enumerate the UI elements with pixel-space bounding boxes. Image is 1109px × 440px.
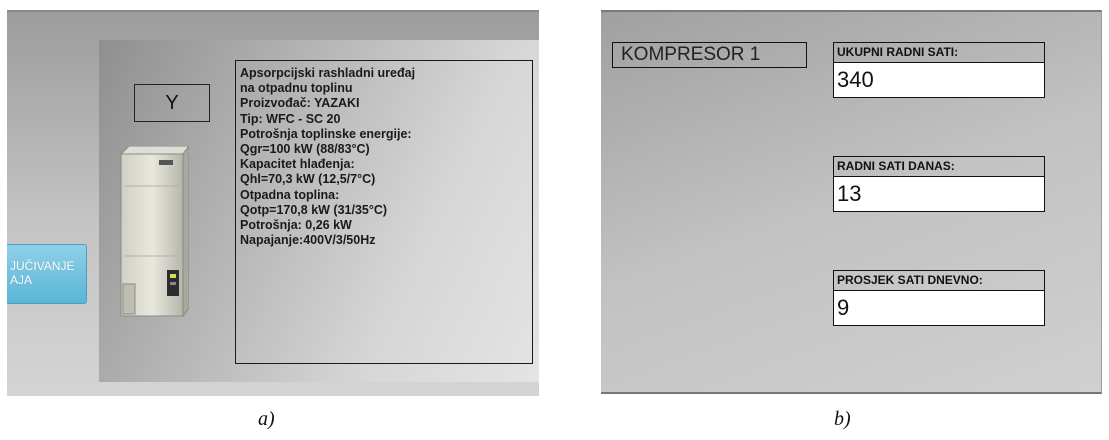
compressor-stats-panel: KOMPRESOR 1 UKUPNI RADNI SATI: 340 RADNI… bbox=[601, 10, 1102, 394]
spec-line: Qotp=170,8 kW (31/35°C) bbox=[240, 202, 388, 217]
screenshot-stage: JUČIVANJE AJA Y Apsorpcijski rashladni u… bbox=[0, 0, 1109, 440]
unit-id-label: Y bbox=[134, 84, 210, 122]
today-hours-label: RADNI SATI DANAS: bbox=[833, 156, 1045, 176]
spec-line: Apsorpcijski rashladni uređaj bbox=[240, 66, 416, 80]
chiller-info-panel: JUČIVANJE AJA Y Apsorpcijski rashladni u… bbox=[7, 10, 539, 396]
spec-line: Napajanje:400V/3/50Hz bbox=[240, 233, 376, 248]
total-hours-value: 340 bbox=[833, 62, 1045, 98]
caption-a: a) bbox=[258, 408, 275, 430]
spec-line: Qhl=70,3 kW (12,5/7°C) bbox=[240, 172, 376, 187]
spec-line: Tip: WFC - SC 20 bbox=[240, 111, 341, 126]
compressor-title: KOMPRESOR 1 bbox=[612, 42, 807, 68]
average-hours-value: 9 bbox=[833, 290, 1045, 326]
caption-b: b) bbox=[834, 408, 851, 430]
chiller-spec-box: Apsorpcijski rashladni uređaj na otpadnu… bbox=[235, 60, 533, 364]
total-hours-label: UKUPNI RADNI SATI: bbox=[833, 42, 1045, 62]
chiller-unit-image bbox=[119, 146, 189, 318]
spec-line: Qgr=100 kW (88/83°C) bbox=[240, 142, 370, 157]
spec-line: na otpadnu toplinu bbox=[240, 81, 353, 96]
average-hours-label: PROSJEK SATI DNEVNO: bbox=[833, 270, 1045, 290]
spec-line: Otpadna toplina: bbox=[240, 187, 340, 202]
side-nav-button-label-line2: AJA bbox=[10, 273, 33, 287]
side-nav-button[interactable]: JUČIVANJE AJA bbox=[7, 244, 87, 304]
side-nav-button-label-line1: JUČIVANJE bbox=[10, 259, 75, 273]
spec-line: Proizvođač: YAZAKI bbox=[240, 96, 360, 111]
spec-line: Kapacitet hlađenja: bbox=[240, 157, 355, 172]
spec-line: Potrošnja: 0,26 kW bbox=[240, 218, 352, 233]
today-hours-value: 13 bbox=[833, 176, 1045, 212]
spec-line: Potrošnja toplinske energije: bbox=[240, 126, 412, 141]
